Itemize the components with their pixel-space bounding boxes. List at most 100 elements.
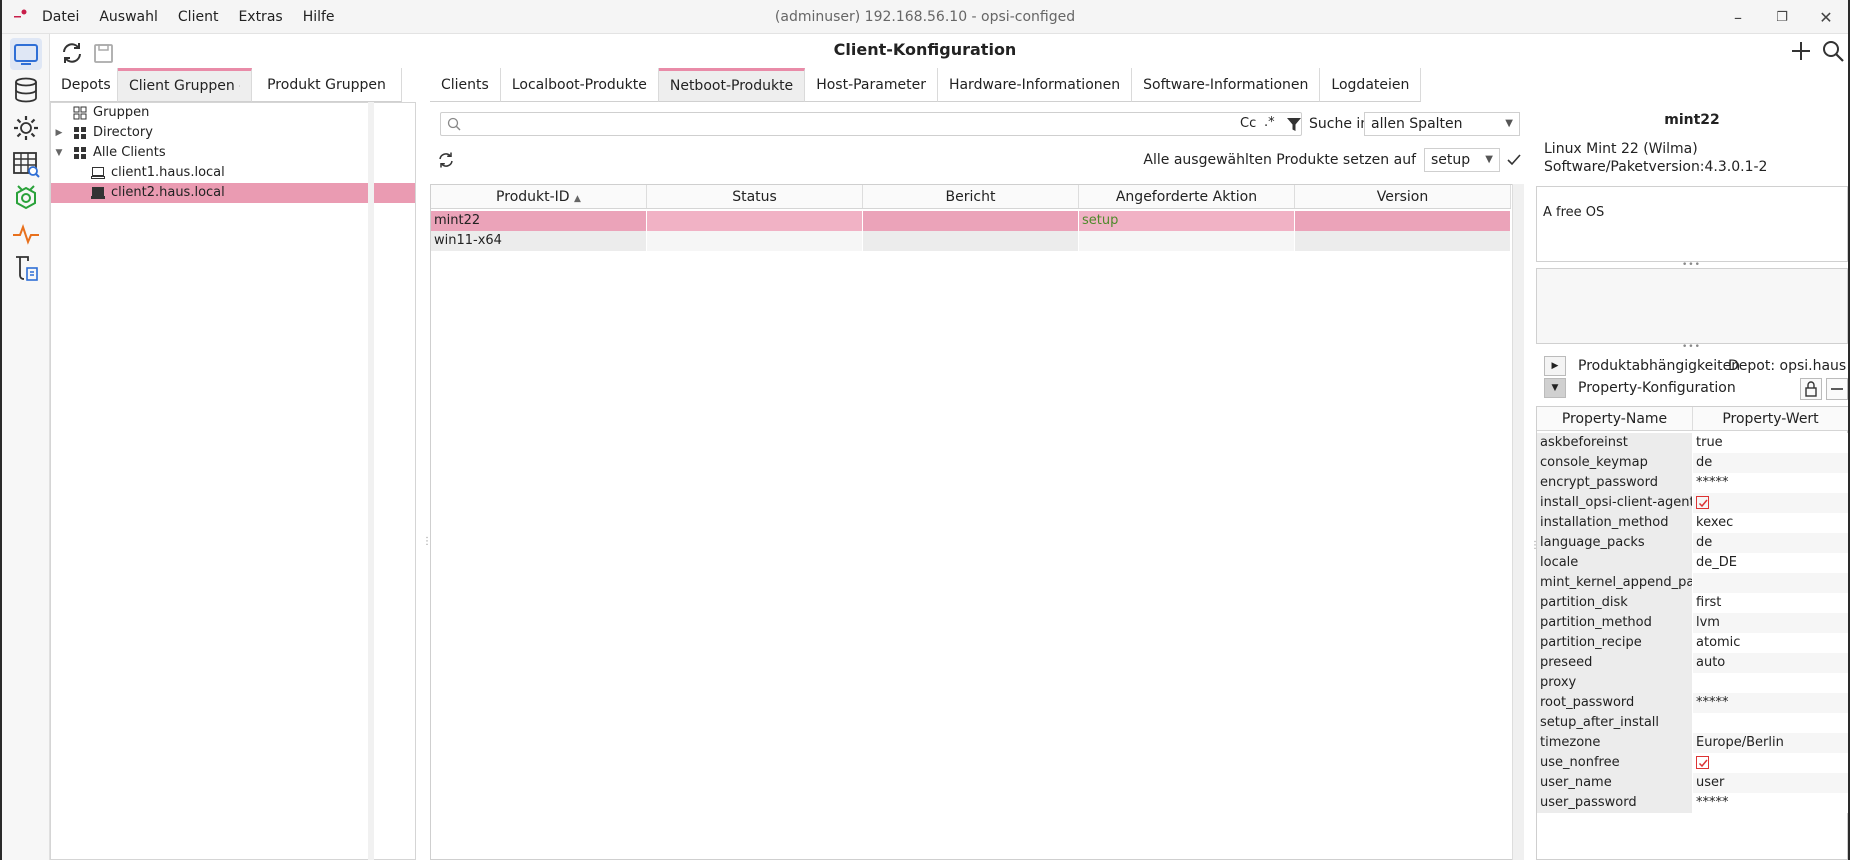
set-all-action-select[interactable]: setup ▼	[1424, 148, 1500, 172]
search-input[interactable]	[440, 112, 1302, 136]
column-header-produkt-id[interactable]: Produkt-ID ▲	[431, 185, 647, 208]
search-column-select[interactable]: allen Spalten ▼	[1364, 112, 1520, 136]
tab-client-gruppen[interactable]: Client Gruppen	[118, 68, 252, 102]
apply-check-icon[interactable]	[1504, 150, 1524, 170]
minus-icon[interactable]	[1826, 378, 1848, 400]
table-row[interactable]: encrypt_password *****	[1537, 473, 1848, 493]
table-row[interactable]: root_password *****	[1537, 693, 1848, 713]
expand-down-icon[interactable]: ▼	[53, 143, 65, 163]
tab-depots[interactable]: Depots	[50, 68, 118, 102]
property-value-cell[interactable]: *****	[1693, 473, 1848, 493]
tab-logdateien[interactable]: Logdateien	[1320, 68, 1422, 102]
property-value-cell[interactable]: Europe/Berlin	[1693, 733, 1848, 753]
property-value-cell[interactable]: atomic	[1693, 633, 1848, 653]
table-row[interactable]: preseed auto	[1537, 653, 1848, 673]
refresh-table-icon[interactable]	[436, 150, 456, 170]
table-row[interactable]: win11-x64	[431, 231, 1511, 251]
table-row[interactable]: installation_method kexec	[1537, 513, 1848, 533]
tree-node-gruppen[interactable]: Gruppen	[51, 103, 415, 123]
tree-scrollbar[interactable]	[368, 102, 374, 860]
global-search-icon[interactable]	[1818, 36, 1848, 66]
column-header-property-wert[interactable]: Property-Wert	[1693, 407, 1848, 430]
collapse-properties-icon[interactable]: ▼	[1544, 378, 1566, 398]
column-header-status[interactable]: Status	[647, 185, 863, 208]
cell-status[interactable]	[647, 211, 863, 231]
table-row[interactable]: install_opsi-client-agent	[1537, 493, 1848, 513]
table-row[interactable]: mint22 setup	[431, 211, 1511, 231]
property-value-cell[interactable]: kexec	[1693, 513, 1848, 533]
tab-localboot-produkte[interactable]: Localboot-Produkte	[500, 68, 659, 102]
column-header-angeforderte-aktion[interactable]: Angeforderte Aktion	[1079, 185, 1295, 208]
property-value-cell[interactable]: first	[1693, 593, 1848, 613]
tab-software-informationen[interactable]: Software-Informationen	[1132, 68, 1321, 102]
tab-clients[interactable]: Clients	[430, 68, 501, 102]
tree-node-client1[interactable]: client1.haus.local	[51, 163, 415, 183]
regex-toggle[interactable]: .*	[1264, 115, 1275, 130]
health-monitor-icon[interactable]	[10, 218, 42, 250]
expand-dependencies-icon[interactable]: ▶	[1544, 356, 1566, 376]
table-row[interactable]: partition_method lvm	[1537, 613, 1848, 633]
checkbox-checked-icon[interactable]	[1696, 756, 1709, 769]
opsi-bee-icon[interactable]	[10, 182, 42, 214]
property-value-cell[interactable]: de	[1693, 533, 1848, 553]
column-header-property-name[interactable]: Property-Name	[1537, 407, 1693, 430]
tab-hardware-informationen[interactable]: Hardware-Informationen	[937, 68, 1133, 102]
property-value-cell[interactable]	[1693, 753, 1848, 773]
table-row[interactable]: user_password *****	[1537, 793, 1848, 813]
property-value-cell[interactable]: true	[1693, 433, 1848, 453]
column-header-version[interactable]: Version	[1295, 185, 1511, 208]
expand-right-icon[interactable]: ▶	[53, 123, 65, 143]
filter-icon[interactable]	[1284, 112, 1304, 136]
property-config-label[interactable]: Property-Konfiguration	[1578, 380, 1736, 396]
table-row[interactable]: partition_disk first	[1537, 593, 1848, 613]
close-icon[interactable]: ✕	[1804, 8, 1848, 27]
table-row[interactable]: language_packs de	[1537, 533, 1848, 553]
cell-aktion[interactable]	[1079, 231, 1295, 251]
tree-node-alle-clients[interactable]: ▼ Alle Clients	[51, 143, 415, 163]
property-value-cell[interactable]: lvm	[1693, 613, 1848, 633]
case-sensitive-toggle[interactable]: Cc	[1240, 116, 1256, 131]
minimize-icon[interactable]: –	[1716, 8, 1760, 27]
add-icon[interactable]	[1786, 36, 1816, 66]
property-value-cell[interactable]: auto	[1693, 653, 1848, 673]
table-row[interactable]: timezone Europe/Berlin	[1537, 733, 1848, 753]
depot-config-icon[interactable]	[10, 74, 42, 106]
server-config-icon[interactable]	[10, 112, 42, 144]
tab-produkt-gruppen[interactable]: Produkt Gruppen	[252, 68, 402, 102]
property-value-cell[interactable]: *****	[1693, 793, 1848, 813]
property-value-cell[interactable]	[1693, 673, 1848, 693]
checkbox-checked-icon[interactable]	[238, 79, 240, 93]
property-value-cell[interactable]	[1693, 493, 1848, 513]
table-row[interactable]: partition_recipe atomic	[1537, 633, 1848, 653]
tab-netboot-produkte[interactable]: Netboot-Produkte	[658, 68, 806, 102]
table-row[interactable]: user_name user	[1537, 773, 1848, 793]
property-value-cell[interactable]	[1693, 573, 1848, 593]
left-splitter-handle[interactable]: ⋮	[422, 536, 432, 552]
tree-node-client2[interactable]: client2.haus.local	[51, 183, 415, 203]
property-value-cell[interactable]: *****	[1693, 693, 1848, 713]
property-value-cell[interactable]	[1693, 713, 1848, 733]
restore-icon[interactable]: ❐	[1760, 10, 1804, 25]
terminal-document-icon[interactable]	[10, 252, 42, 284]
cell-aktion[interactable]: setup	[1079, 211, 1295, 231]
table-row[interactable]: use_nonfree	[1537, 753, 1848, 773]
table-row[interactable]: askbeforeinst true	[1537, 433, 1848, 453]
resize-grip[interactable]: •••	[1682, 342, 1701, 352]
property-value-cell[interactable]: de	[1693, 453, 1848, 473]
table-row[interactable]: locale de_DE	[1537, 553, 1848, 573]
property-value-cell[interactable]: de_DE	[1693, 553, 1848, 573]
cell-status[interactable]	[647, 231, 863, 251]
table-row[interactable]: proxy	[1537, 673, 1848, 693]
product-table-scrollbar[interactable]	[1512, 184, 1524, 860]
tree-node-directory[interactable]: ▶ Directory	[51, 123, 415, 143]
column-header-bericht[interactable]: Bericht	[863, 185, 1079, 208]
property-value-cell[interactable]: user	[1693, 773, 1848, 793]
table-row[interactable]: console_keymap de	[1537, 453, 1848, 473]
lock-icon[interactable]	[1800, 378, 1822, 400]
checkbox-checked-icon[interactable]	[1696, 496, 1709, 509]
dependencies-label[interactable]: Produktabhängigkeiten	[1578, 358, 1740, 374]
table-row[interactable]: mint_kernel_append_pa...	[1537, 573, 1848, 593]
tab-host-parameter[interactable]: Host-Parameter	[805, 68, 938, 102]
license-table-icon[interactable]	[10, 148, 42, 180]
table-row[interactable]: setup_after_install	[1537, 713, 1848, 733]
